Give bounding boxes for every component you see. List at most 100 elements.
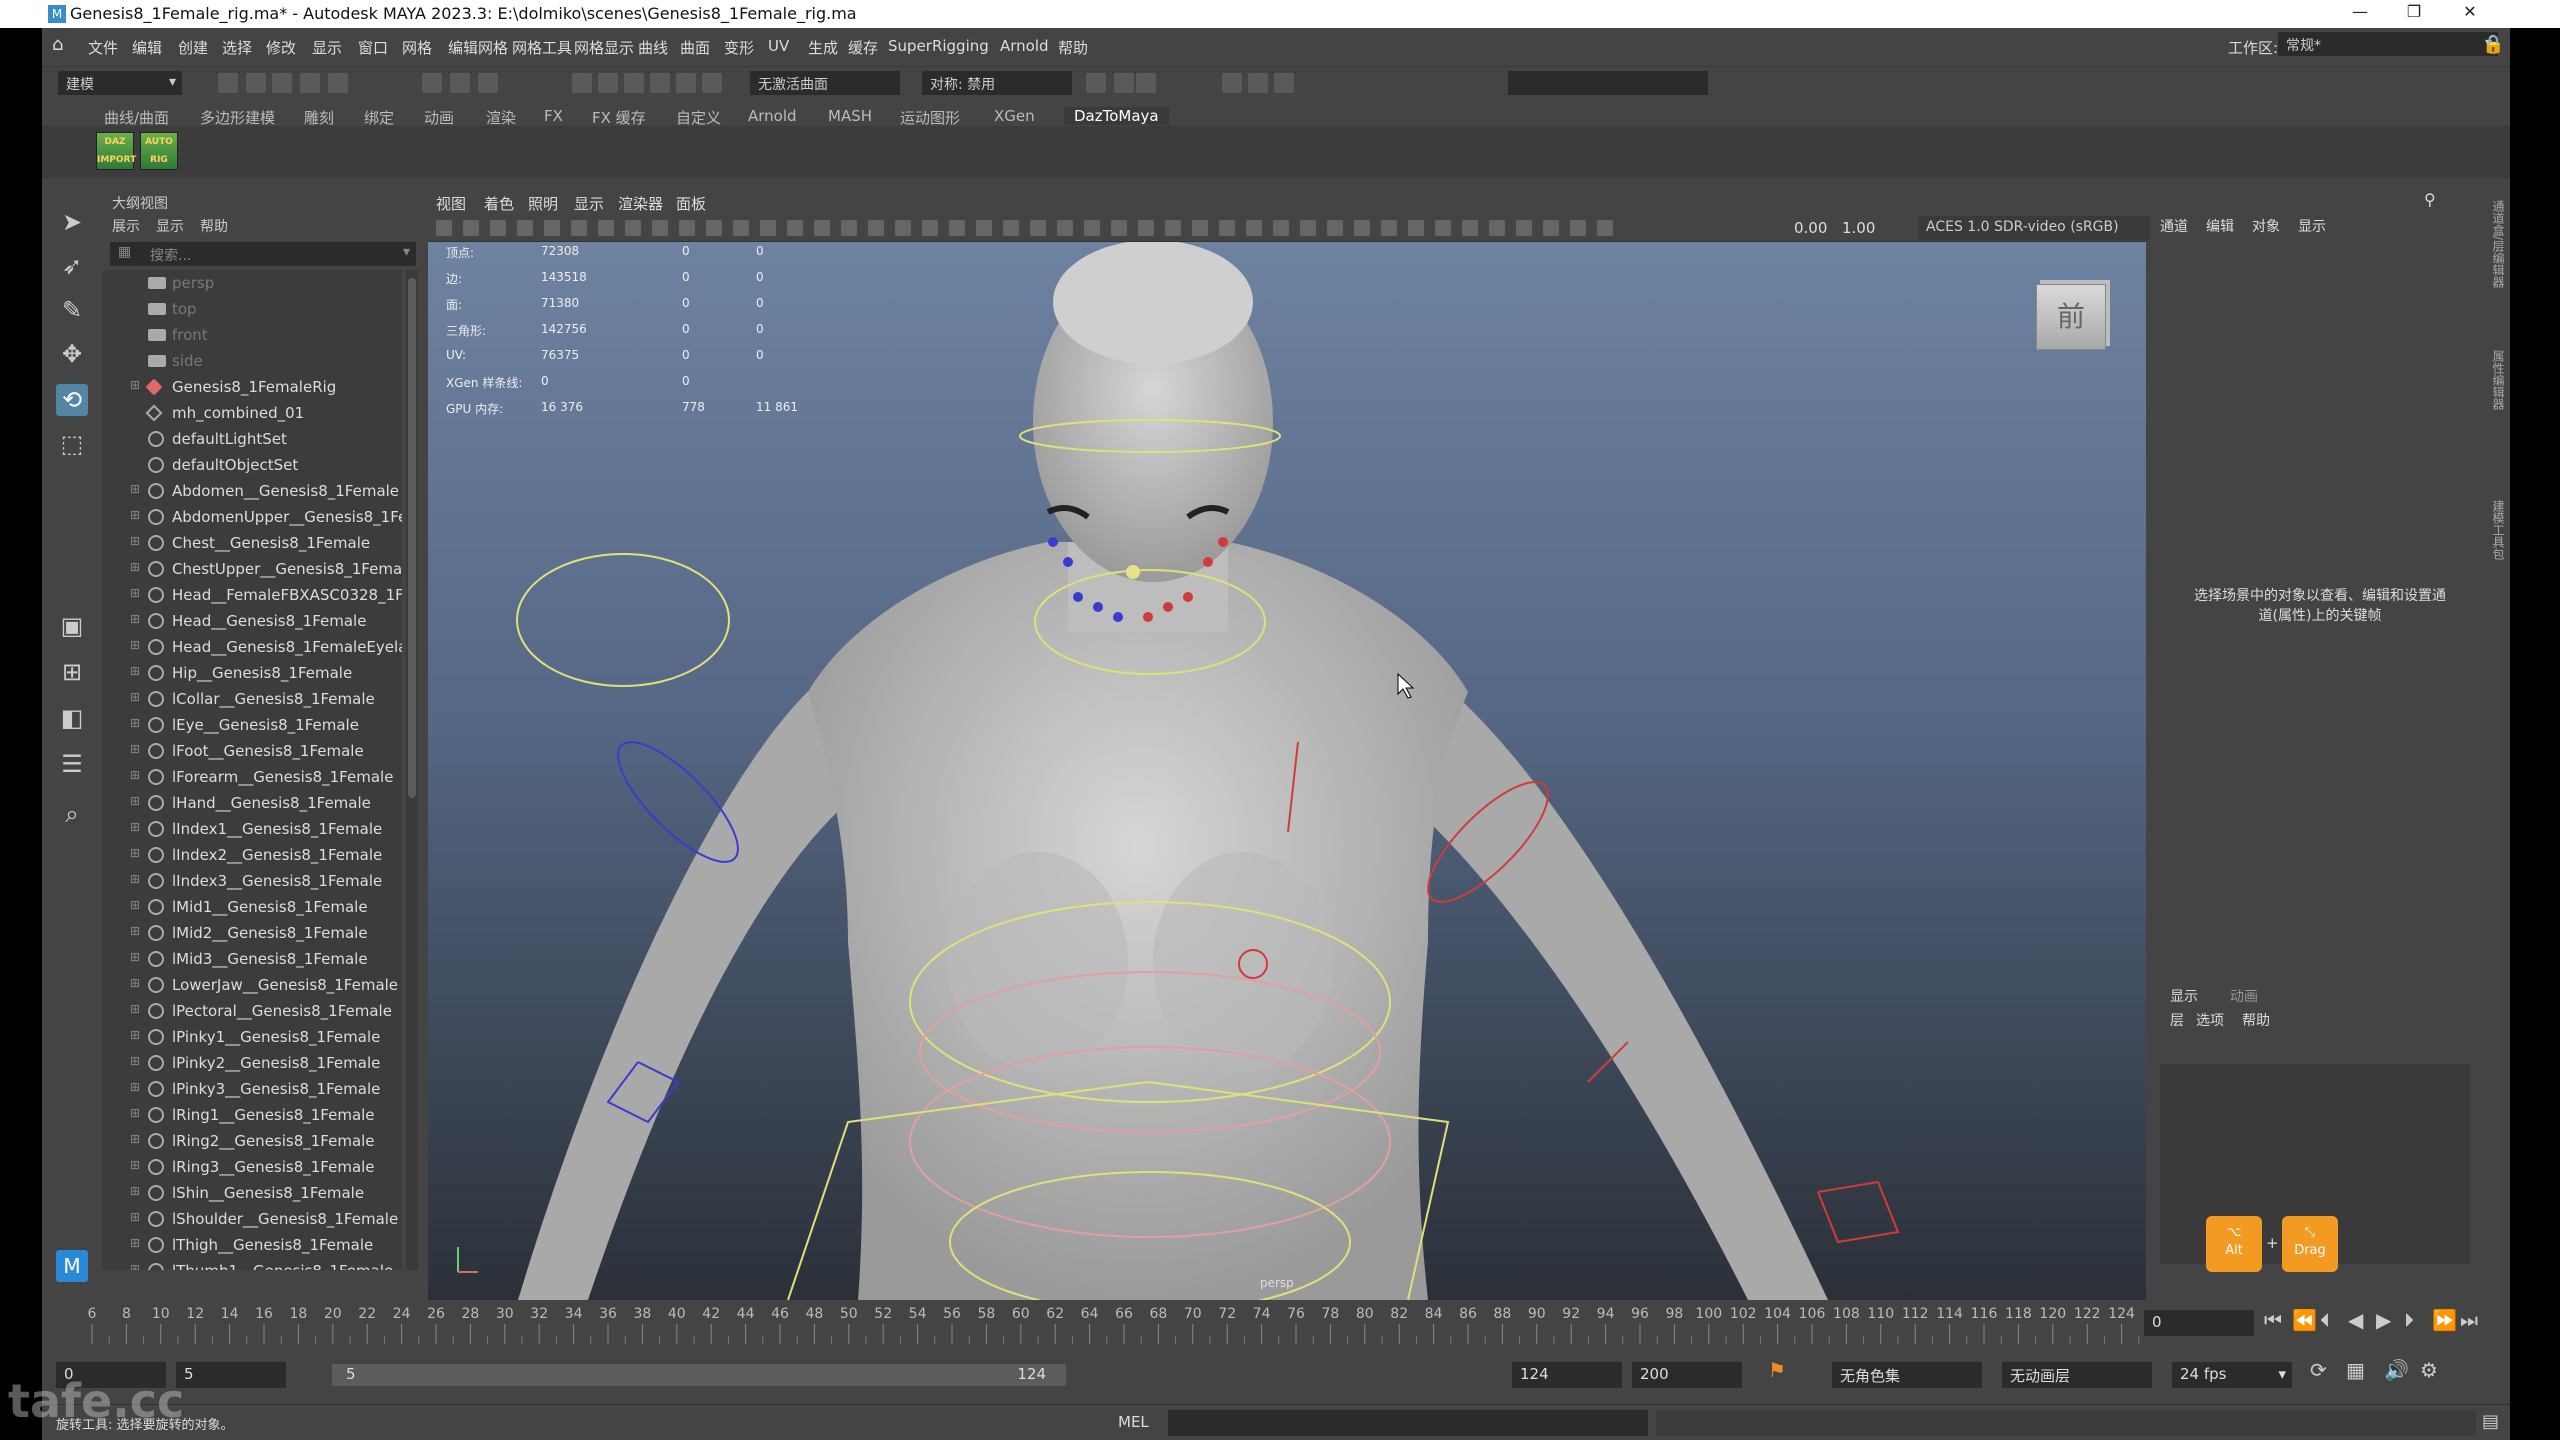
3d-viewport[interactable]: 顶点: 72308 0 0 边: 143518 0 0 面: 71380 0 0 三角形: 142756 0… [428,242,2146,1300]
outliner-item[interactable]: ⊞ Hip__Genesis8_1Female [102,660,402,686]
right-tab-1[interactable]: 属性编辑器 [2490,350,2507,410]
viewport-tool-39-icon[interactable] [1489,220,1505,236]
script-editor-icon[interactable]: ▤ [2482,1411,2499,1432]
four-view-icon[interactable]: ⊞ [56,656,88,688]
channelbox-menu-show[interactable]: 显示 [2298,216,2326,236]
outliner-item[interactable]: persp [102,270,402,296]
live-surface-field[interactable]: 无激活曲面 [750,71,900,95]
menu-13[interactable]: 变形 [724,37,754,58]
viewport-tool-7-icon[interactable] [625,220,641,236]
outliner-item[interactable]: side [102,348,402,374]
menu-9[interactable]: 网格工具 [512,37,572,58]
expand-icon[interactable]: ⊞ [130,1262,140,1270]
expand-icon[interactable]: ⊞ [130,1054,140,1068]
outliner-menu-display[interactable]: 显示 [156,216,184,236]
shelf-tab-6[interactable]: FX [544,107,563,125]
shelf-tab-2[interactable]: 雕刻 [304,107,334,128]
shelf-tab-11[interactable]: 运动图形 [900,107,960,128]
shelf-tab-10[interactable]: MASH [828,107,872,125]
outliner-item[interactable]: ⊞ Abdomen__Genesis8_1Female [102,478,402,504]
viewport-tool-10-icon[interactable] [706,220,722,236]
maya-logo-icon[interactable]: M [56,1250,88,1282]
shelf-tab-7[interactable]: FX 缓存 [592,107,646,128]
viewport-tool-29-icon[interactable] [1219,220,1235,236]
expand-icon[interactable]: ⊞ [130,1210,140,1224]
viewport-tool-42-icon[interactable] [1570,220,1586,236]
expand-icon[interactable]: ⊞ [130,1080,140,1094]
move-tool-icon[interactable]: ✥ [56,338,88,370]
go-to-start-icon[interactable]: ⏮ [2264,1308,2282,1332]
anim-end-field[interactable]: 200 [1632,1362,1742,1388]
menu-7[interactable]: 网格 [402,37,432,58]
expand-icon[interactable]: ⊞ [130,716,140,730]
expand-icon[interactable]: ⊞ [130,1236,140,1250]
expand-icon[interactable]: ⊞ [130,664,140,678]
sound-icon[interactable]: 🔊 [2384,1358,2409,1382]
lasso-tool-icon[interactable]: ➶ [56,250,88,282]
menu-15[interactable]: 生成 [808,37,838,58]
outliner-item[interactable]: ⊞ lHand__Genesis8_1Female [102,790,402,816]
menu-17[interactable]: SuperRigging [888,37,989,55]
step-back-key-icon[interactable]: ⏪ [2292,1308,2317,1332]
channelbox-menu-edit[interactable]: 编辑 [2206,216,2234,236]
workspace-dropdown[interactable]: 常规* ▾ [2278,32,2498,56]
outliner-item[interactable]: ⊞ lCollar__Genesis8_1Female [102,686,402,712]
expand-icon[interactable]: ⊞ [130,508,140,522]
viewport-tool-16-icon[interactable] [868,220,884,236]
outliner-item[interactable]: ⊞ lPinky1__Genesis8_1Female [102,1024,402,1050]
viewport-tool-41-icon[interactable] [1543,220,1559,236]
outliner-item[interactable]: ⊞ lPinky3__Genesis8_1Female [102,1076,402,1102]
viewport-tool-30-icon[interactable] [1246,220,1262,236]
menu-18[interactable]: Arnold [1000,37,1049,55]
shelf-tab-4[interactable]: 动画 [424,107,454,128]
expand-icon[interactable]: ⊞ [130,794,140,808]
viewport-tool-3-icon[interactable] [517,220,533,236]
pin-icon[interactable]: ⚲ [2424,190,2436,209]
expand-icon[interactable]: ⊞ [130,976,140,990]
viewport-tool-17-icon[interactable] [895,220,911,236]
snap-grid-icon[interactable] [572,73,592,93]
viewport-tool-1-icon[interactable] [463,220,479,236]
menu-6[interactable]: 窗口 [358,37,388,58]
viewport-menu-0[interactable]: 视图 [436,193,466,214]
outliner-item[interactable]: ⊞ lShoulder__Genesis8_1Female [102,1206,402,1232]
outliner-item[interactable]: ⊞ lEye__Genesis8_1Female [102,712,402,738]
layer-tab-anim[interactable]: 动画 [2230,986,2258,1006]
expand-icon[interactable]: ⊞ [130,924,140,938]
menu-5[interactable]: 显示 [312,37,342,58]
paint-select-icon[interactable]: ✎ [56,294,88,326]
viewport-tool-31-icon[interactable] [1273,220,1289,236]
shelf-tab-13[interactable]: DazToMaya [1064,107,1169,125]
outliner-item[interactable]: ⊞ lPectoral__Genesis8_1Female [102,998,402,1024]
viewport-tool-2-icon[interactable] [490,220,506,236]
expand-icon[interactable]: ⊞ [130,950,140,964]
outliner-item[interactable]: ⊞ lIndex1__Genesis8_1Female [102,816,402,842]
viewport-tool-18-icon[interactable] [922,220,938,236]
viewport-tool-19-icon[interactable] [949,220,965,236]
open-scene-icon[interactable] [246,73,266,93]
rotate-tool-icon[interactable]: ⟲ [56,384,88,416]
redo-icon[interactable] [328,73,348,93]
viewport-tool-5-icon[interactable] [571,220,587,236]
viewport-tool-20-icon[interactable] [976,220,992,236]
outliner-item[interactable]: defaultLightSet [102,426,402,452]
viewport-menu-2[interactable]: 照明 [528,193,558,214]
right-tab-0[interactable]: 通道盒/层编辑器 [2490,200,2507,288]
lock-icon[interactable]: 🔒 [2482,34,2504,55]
outliner-item[interactable]: ⊞ lIndex2__Genesis8_1Female [102,842,402,868]
expand-icon[interactable]: ⊞ [130,1132,140,1146]
symmetry-dropdown[interactable]: 对称: 禁用 [922,71,1072,95]
expand-icon[interactable]: ⊞ [130,1106,140,1120]
select-hierarchy-icon[interactable] [422,73,442,93]
shelf-tab-8[interactable]: 自定义 [676,107,721,128]
viewport-menu-4[interactable]: 渲染器 [618,193,663,214]
menu-2[interactable]: 创建 [178,37,208,58]
expand-icon[interactable]: ⊞ [130,612,140,626]
playback-start-field[interactable]: 5 [176,1362,286,1388]
playblast-icon[interactable] [1274,73,1294,93]
outliner-item[interactable]: ⊞ lShin__Genesis8_1Female [102,1180,402,1206]
expand-icon[interactable]: ⊞ [130,560,140,574]
shelf-tab-0[interactable]: 曲线/曲面 [104,107,169,128]
expand-icon[interactable]: ⊞ [130,534,140,548]
time-slider[interactable]: 6 8 10 12 14 16 18 20 22 24 26 28 30 32 34 36 38 40 42 44 46… [42,1300,2510,1350]
